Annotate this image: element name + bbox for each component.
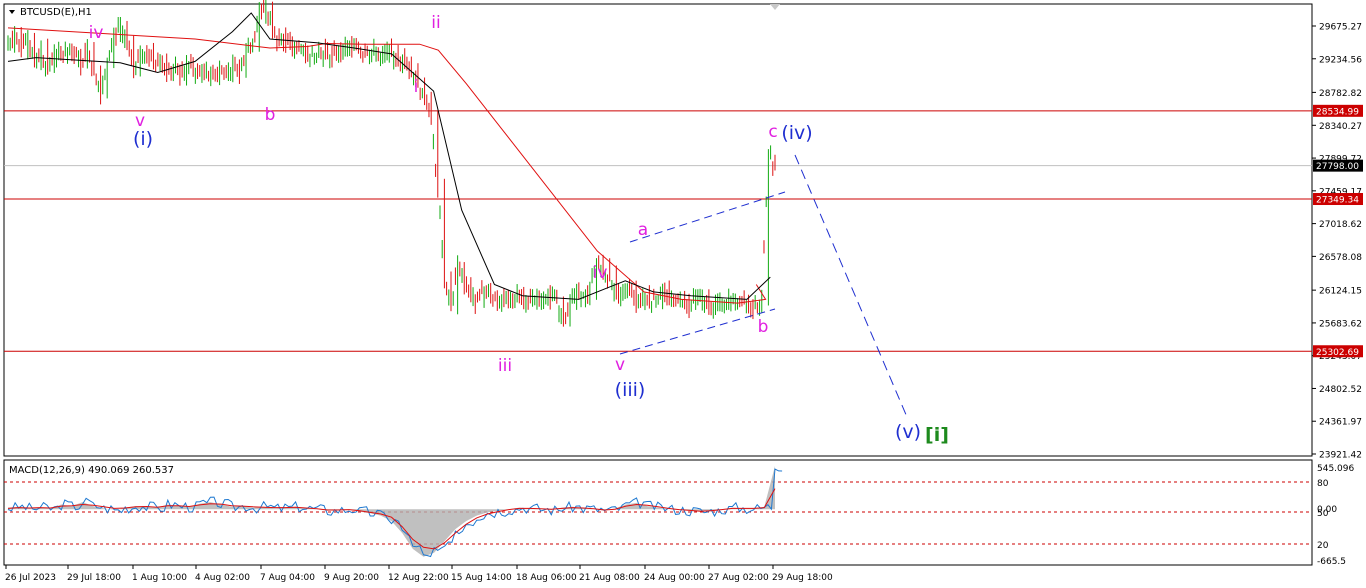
price-tick-label: 27018.62	[1319, 220, 1362, 230]
wave-label: b	[265, 105, 276, 125]
wave-label: a	[638, 220, 648, 240]
price-tick-label: 25683.62	[1319, 319, 1362, 329]
time-tick-label: 12 Aug 22:00	[388, 573, 449, 583]
time-tick-label: 7 Aug 04:00	[260, 573, 315, 583]
time-tick-label: 1 Aug 10:00	[132, 573, 187, 583]
time-tick-label: 29 Aug 18:00	[772, 573, 833, 583]
time-tick-label: 24 Aug 00:00	[644, 573, 705, 583]
chart-background	[0, 0, 1366, 588]
wave-label: (i)	[133, 128, 153, 150]
symbol-label: BTCUSD(E),H1	[20, 7, 92, 18]
price-tick-label: 24802.52	[1319, 385, 1362, 395]
time-tick-label: 18 Aug 06:00	[516, 573, 577, 583]
macd-axis-label: -665.5	[1317, 557, 1346, 567]
wave-label: ii	[431, 13, 440, 33]
time-tick-label: 26 Jul 2023	[5, 573, 56, 583]
price-tick-label: 26124.15	[1319, 287, 1362, 297]
level-label: 28534.99	[1316, 107, 1359, 117]
wave-label: (iv)	[781, 122, 812, 144]
macd-axis-label: 20	[1317, 541, 1329, 551]
chart-svg: 29675.2729234.5628782.8228340.2727899.72…	[0, 0, 1366, 588]
time-tick-label: 21 Aug 08:00	[579, 573, 640, 583]
price-tick-label: 23921.42	[1319, 451, 1362, 461]
time-tick-label: 29 Jul 18:00	[67, 573, 121, 583]
wave-label: iii	[498, 356, 512, 376]
macd-axis-label: 545.096	[1317, 464, 1354, 474]
wave-label: (v)	[895, 421, 921, 443]
time-tick-label: 9 Aug 20:00	[324, 573, 379, 583]
wave-label: iv	[89, 23, 104, 43]
wave-label: i	[414, 77, 419, 97]
wave-label: v	[615, 355, 625, 375]
macd-axis-label: 80	[1317, 479, 1329, 489]
price-tick-label: 24361.97	[1319, 418, 1362, 428]
wave-label: (iii)	[615, 379, 646, 401]
level-label: 27349.34	[1316, 196, 1359, 206]
macd-label: MACD(12,26,9) 490.069 260.537	[9, 465, 174, 476]
price-tick-label: 29234.56	[1319, 55, 1362, 65]
price-tick-label: 26578.08	[1319, 253, 1362, 263]
price-tick-label: 28782.82	[1319, 89, 1362, 99]
time-tick-label: 27 Aug 02:00	[708, 573, 769, 583]
wave-label: iv	[593, 263, 608, 283]
current-price-label: 27798.00	[1316, 162, 1359, 172]
time-tick-label: 4 Aug 02:00	[195, 573, 250, 583]
wave-label: b	[758, 317, 769, 337]
wave-label: [i]	[925, 424, 949, 446]
time-tick-label: 15 Aug 14:00	[451, 573, 512, 583]
price-tick-label: 29675.27	[1319, 23, 1362, 33]
wave-label: c	[768, 122, 777, 142]
price-tick-label: 28340.27	[1319, 122, 1362, 132]
level-label: 25302.69	[1316, 348, 1359, 358]
symbol-header[interactable]: BTCUSD(E),H1	[9, 7, 92, 18]
macd-axis-label: 50	[1317, 509, 1329, 519]
